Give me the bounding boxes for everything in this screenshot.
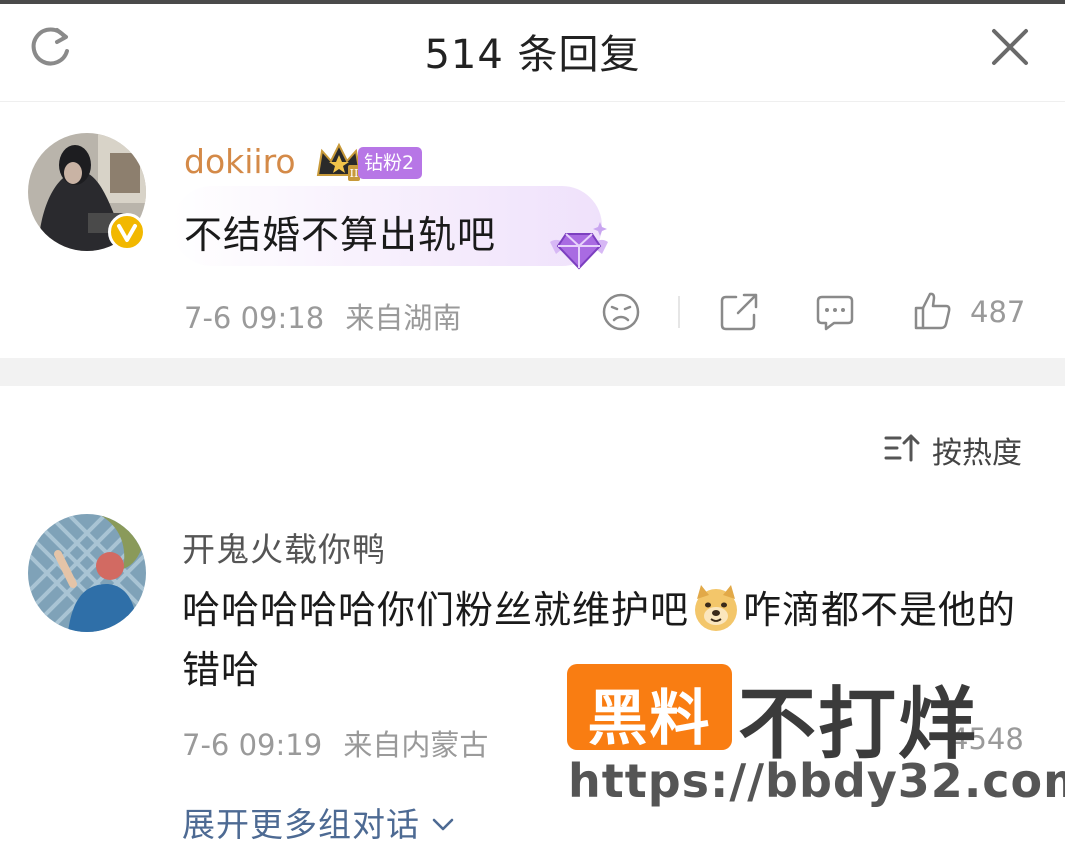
section-divider — [0, 358, 1065, 386]
divider — [678, 296, 680, 328]
comment-location: 来自湖南 — [345, 301, 462, 335]
chevron-down-icon — [432, 818, 454, 831]
dislike-face-icon[interactable] — [600, 291, 642, 333]
page-title: 514 条回复 — [424, 32, 641, 78]
comment-location: 来自内蒙古 — [343, 728, 489, 762]
username[interactable]: dokiiro — [184, 142, 296, 181]
username[interactable]: 开鬼火载你鸭 — [182, 523, 386, 571]
watermark-url: https://bbdy32.com — [568, 754, 1065, 808]
comment-time: 7-6 09:18 — [184, 301, 325, 335]
doge-emoji-icon — [695, 585, 738, 631]
comment-text-part1: 哈哈哈哈哈你们粉丝就维护吧 — [182, 588, 690, 632]
comment-icon[interactable] — [814, 291, 856, 333]
sort-label: 按热度 — [932, 436, 1022, 471]
comment-meta: 7-6 09:18 来自湖南 — [184, 295, 461, 337]
sort-icon — [884, 434, 920, 462]
comment-text: 不结婚不算出轨吧 — [184, 213, 497, 257]
share-icon[interactable] — [718, 291, 760, 333]
expand-conversation-link[interactable]: 展开更多组对话 — [182, 798, 456, 846]
comment-time: 7-6 09:19 — [182, 728, 323, 762]
crown-icon: II — [316, 142, 362, 181]
avatar[interactable] — [28, 514, 146, 632]
comment-meta: 7-6 09:19 来自内蒙古 — [182, 722, 488, 764]
fan-level-badge: 钻粉2 — [358, 147, 423, 179]
close-icon[interactable] — [985, 22, 1035, 72]
watermark-logo-box: 黑料 — [567, 664, 732, 754]
watermark-box-text: 黑料 — [587, 684, 712, 754]
like-thumb-icon[interactable] — [912, 290, 954, 332]
verified-badge-icon — [108, 213, 146, 251]
expand-label: 展开更多组对话 — [182, 805, 420, 844]
like-count: 487 — [970, 295, 1026, 329]
diamond-gem-icon — [550, 222, 608, 270]
header-bar: 514 条回复 — [0, 4, 1065, 102]
